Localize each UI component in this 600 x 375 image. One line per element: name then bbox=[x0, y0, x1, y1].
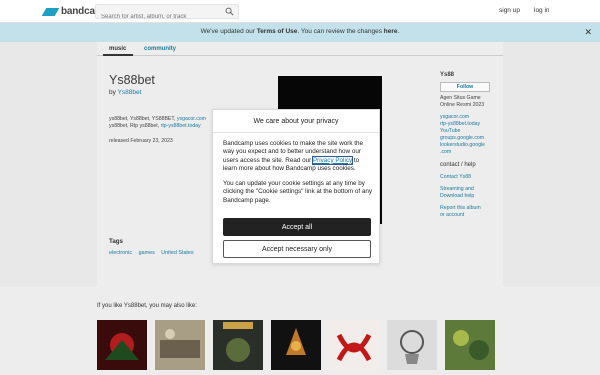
search-icon[interactable] bbox=[225, 7, 234, 16]
album-description: ys88bet, Ys88bet, YS88BET, ysgacor.com y… bbox=[109, 116, 219, 130]
search-box[interactable] bbox=[95, 4, 239, 24]
sidebar-link-ysgacor[interactable]: ysgacor.com bbox=[440, 114, 500, 121]
tab-music[interactable]: music bbox=[103, 46, 133, 56]
sign-up-link[interactable]: sign up bbox=[499, 7, 520, 14]
bio-line: Online Resmi 2023 bbox=[440, 102, 485, 108]
rec-cover-3[interactable] bbox=[213, 320, 263, 370]
contact-heading: contact / help bbox=[440, 162, 476, 168]
report-link[interactable]: Report this album bbox=[440, 205, 500, 212]
notice-before: We've updated our bbox=[200, 28, 257, 35]
notice-text: We've updated our Terms of Use. You can … bbox=[0, 28, 600, 35]
tag-list: electronic games United States bbox=[109, 250, 199, 256]
tags-heading: Tags bbox=[109, 238, 123, 245]
desc-text: ys88bet, Ys88bet, YS88BET, bbox=[109, 116, 177, 122]
rec-cover-6[interactable] bbox=[387, 320, 437, 370]
cookie-dialog-body: Bandcamp uses cookies to make the site w… bbox=[223, 140, 373, 212]
logo-mark-icon bbox=[41, 7, 60, 16]
notice-middle: . You can review the changes bbox=[297, 28, 384, 35]
tag-united-states[interactable]: United States bbox=[161, 250, 193, 256]
desc-link-ysgacor[interactable]: ysgacor.com bbox=[177, 116, 206, 122]
sidebar-link-lookerstudio[interactable]: lookerstudio.google bbox=[440, 142, 500, 149]
tab-community[interactable]: community bbox=[144, 46, 176, 52]
rec-cover-5[interactable] bbox=[329, 320, 379, 370]
desc-text-2: ys88bet, Rtp ys88bet, bbox=[109, 123, 161, 129]
accept-necessary-button[interactable]: Accept necessary only bbox=[223, 240, 371, 258]
rec-cover-2[interactable] bbox=[155, 320, 205, 370]
rec-cover-image bbox=[445, 320, 495, 370]
search-input[interactable] bbox=[96, 10, 216, 24]
bio-line: Agen Situs Game bbox=[440, 95, 481, 101]
rec-cover-4[interactable] bbox=[271, 320, 321, 370]
artist-link[interactable]: Ys88bet bbox=[118, 89, 142, 96]
rec-cover-image bbox=[329, 320, 379, 370]
sidebar-link-rtp[interactable]: rtp-ys88bet.today bbox=[440, 121, 500, 128]
recommendations-title: If you like Ys88bet, you may also like: bbox=[97, 303, 197, 309]
rec-cover-1[interactable] bbox=[97, 320, 147, 370]
rec-cover-image bbox=[155, 320, 205, 370]
report-link-cont[interactable]: or account bbox=[440, 212, 500, 219]
release-date: released February 23, 2023 bbox=[109, 138, 173, 144]
tag-games[interactable]: games bbox=[139, 250, 155, 256]
cookie-dialog-title: We care about your privacy bbox=[213, 110, 379, 133]
rec-cover-image bbox=[387, 320, 437, 370]
desc-link-rtp[interactable]: rtp-ys88bet.today bbox=[161, 123, 201, 129]
accept-all-button[interactable]: Accept all bbox=[223, 218, 371, 236]
album-title: Ys88bet bbox=[109, 73, 155, 87]
top-header: bandcamp sign up log in bbox=[0, 0, 600, 24]
follow-button[interactable]: Follow bbox=[440, 82, 490, 92]
artist-sidebar: Ys88 Follow Agen Situs Game Online Resmi… bbox=[440, 72, 500, 219]
cookie-consent-dialog: We care about your privacy Bandcamp uses… bbox=[212, 109, 380, 264]
streaming-help-link[interactable]: Streaming and bbox=[440, 186, 500, 193]
here-link[interactable]: here bbox=[384, 28, 398, 35]
cookie-paragraph-1: Bandcamp uses cookies to make the site w… bbox=[223, 140, 373, 173]
contact-artist-link[interactable]: Contact Ys88 bbox=[440, 174, 500, 181]
tab-bar: music community bbox=[97, 42, 503, 56]
rec-cover-image bbox=[271, 320, 321, 370]
artist-byline: by Ys88bet bbox=[109, 89, 141, 96]
cookie-paragraph-2: You can update your cookie settings at a… bbox=[223, 180, 373, 204]
rec-cover-7[interactable] bbox=[445, 320, 495, 370]
terms-of-use-link[interactable]: Terms of Use bbox=[257, 28, 298, 35]
privacy-policy-link[interactable]: Privacy Policy bbox=[311, 155, 354, 165]
sidebar-link-groups[interactable]: groups.google.com bbox=[440, 135, 500, 142]
tag-electronic[interactable]: electronic bbox=[109, 250, 132, 256]
sidebar-artist-name[interactable]: Ys88 bbox=[440, 72, 500, 78]
sidebar-link-youtube[interactable]: YouTube bbox=[440, 128, 500, 135]
log-in-link[interactable]: log in bbox=[534, 7, 550, 14]
close-icon[interactable]: ✕ bbox=[584, 27, 592, 38]
notice-after: . bbox=[397, 28, 400, 35]
sidebar-link-lookerstudio-cont[interactable]: .com bbox=[440, 149, 500, 156]
by-prefix: by bbox=[109, 89, 118, 96]
rec-cover-image bbox=[97, 320, 147, 370]
rec-cover-image bbox=[213, 320, 263, 370]
streaming-help-link-cont[interactable]: Download help bbox=[440, 193, 500, 200]
terms-notice-banner: We've updated our Terms of Use. You can … bbox=[0, 23, 600, 42]
recommendations-section: If you like Ys88bet, you may also like: bbox=[0, 287, 600, 375]
